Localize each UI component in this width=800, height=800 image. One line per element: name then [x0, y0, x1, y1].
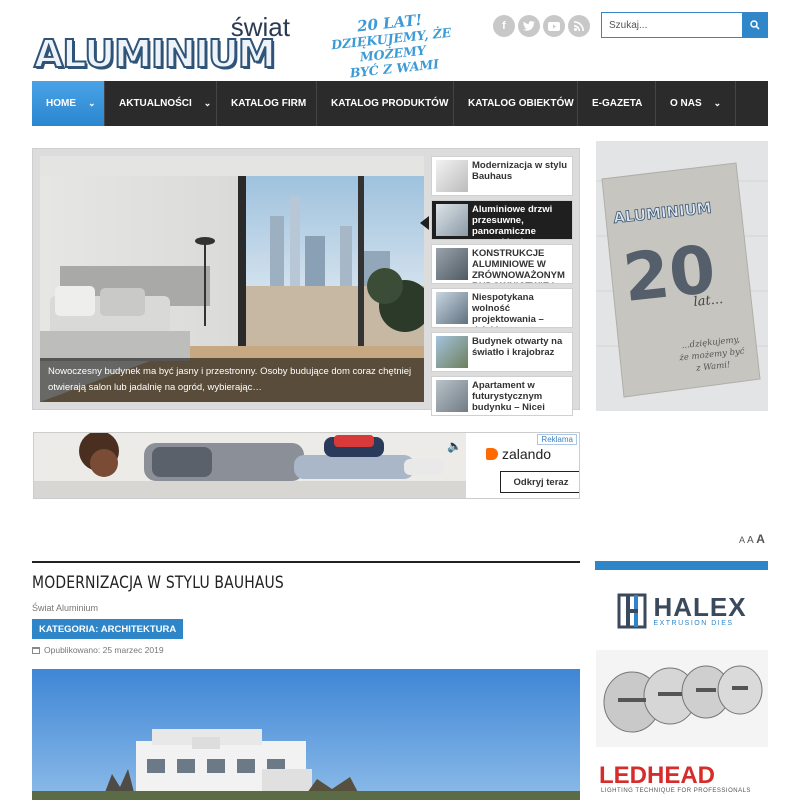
rss-icon[interactable]	[568, 15, 590, 37]
nav-label: E-GAZETA	[592, 98, 643, 109]
chevron-down-icon: ⌄	[713, 98, 722, 108]
nav-label: AKTUALNOŚCI	[119, 98, 192, 109]
twitter-icon[interactable]	[518, 15, 540, 37]
zalando-brand: zalando	[502, 446, 552, 462]
article-divider	[32, 561, 580, 563]
main-nav: HOME ⌄ AKTUALNOŚCI ⌄ KATALOG FIRM KATALOG …	[32, 81, 768, 126]
thumb-image	[436, 292, 468, 324]
font-medium-button[interactable]: A	[747, 535, 754, 546]
nav-item-aktualnosci[interactable]: AKTUALNOŚCI ⌄	[105, 81, 217, 126]
font-large-button[interactable]: A	[756, 532, 765, 546]
dies-image	[596, 650, 768, 747]
search-input[interactable]	[602, 13, 742, 37]
article-image[interactable]	[32, 669, 580, 800]
halex-name: HALEX	[653, 592, 747, 622]
slider-thumb-active[interactable]: Aluminiowe drzwi przesuwne, panoramiczne…	[431, 200, 573, 240]
youtube-icon[interactable]	[543, 15, 565, 37]
article-title[interactable]: MODERNIZACJA W STYLU BAUHAUS	[32, 573, 284, 593]
slide-caption: Nowoczesny budynek ma być jasny i przest…	[40, 358, 424, 402]
thumb-image	[436, 248, 468, 280]
ad-image	[34, 433, 466, 498]
search-box	[601, 12, 768, 38]
nav-label: KATALOG FIRM	[231, 98, 307, 109]
facebook-icon[interactable]: f	[493, 15, 515, 37]
article-published: Opublikowano: 25 marzec 2019	[32, 645, 164, 655]
speaker-icon[interactable]: 🔈	[447, 439, 462, 453]
calendar-icon	[32, 647, 40, 654]
nav-label: O NAS	[670, 98, 702, 109]
extrusion-dies-banner[interactable]	[596, 650, 768, 747]
anniversary-slogan: 20 LAT! DZIĘKUJEMY, ŻE MOŻEMY BYĆ Z WAMI	[309, 8, 474, 84]
search-button[interactable]	[742, 13, 767, 37]
nav-item-e-gazeta[interactable]: E-GAZETA	[578, 81, 656, 126]
font-size-controls: A A A	[739, 532, 765, 546]
thumb-title: Apartament w futurystycznym budynku – Ni…	[472, 380, 545, 413]
slider-thumb[interactable]: Modernizacja w stylu Bauhaus	[431, 156, 573, 196]
halex-logo-icon	[617, 593, 647, 628]
zalando-icon	[486, 448, 498, 460]
nav-item-katalog-produktow[interactable]: KATALOG PRODUKTÓW	[317, 81, 454, 126]
sidebar-accent-bar	[595, 561, 768, 570]
ledhead-subtitle: LIGHTING TECHNIQUE FOR PROFESSIONALS	[601, 788, 751, 794]
zalando-ad[interactable]: 🔈 Reklama zalando Odkryj teraz	[33, 432, 580, 499]
font-small-button[interactable]: A	[739, 535, 745, 545]
search-icon	[749, 20, 760, 30]
slide-image[interactable]: Nowoczesny budynek ma być jasny i przest…	[40, 156, 424, 402]
chevron-down-icon: ⌄	[203, 98, 212, 108]
thumb-title: Modernizacja w stylu Bauhaus	[472, 160, 568, 182]
thumb-title: Aluminiowe drzwi przesuwne, panoramiczne…	[472, 204, 553, 239]
published-date: Opublikowano: 25 marzec 2019	[44, 645, 164, 655]
zalando-logo: zalando	[486, 446, 551, 462]
nav-item-katalog-obiektow[interactable]: KATALOG OBIEKTÓW	[454, 81, 578, 126]
thumb-title: Budynek otwarty na światło i krajobraz	[472, 336, 563, 358]
magazine-thanks: ...dziękujemy, że możemy być z Wami!	[678, 335, 746, 374]
slider-thumb[interactable]: Apartament w futurystycznym budynku – Ni…	[431, 376, 573, 416]
magazine-lat: lat...	[693, 292, 724, 310]
ad-cta-button[interactable]: Odkryj teraz	[500, 471, 579, 493]
thumb-image	[436, 160, 468, 192]
thumb-image	[436, 336, 468, 368]
chevron-down-icon: ⌄	[88, 98, 96, 108]
nav-label: KATALOG PRODUKTÓW	[331, 98, 449, 109]
halex-banner[interactable]: HALEX EXTRUSION DIES	[596, 578, 768, 643]
article-author: Świat Aluminium	[32, 603, 99, 613]
nav-label: HOME	[46, 98, 76, 109]
thumb-image	[436, 204, 468, 236]
social-links: f	[493, 15, 590, 37]
featured-slider: Nowoczesny budynek ma być jasny i przest…	[32, 148, 580, 416]
nav-item-o-nas[interactable]: O NAS ⌄	[656, 81, 736, 126]
nav-item-home[interactable]: HOME ⌄	[32, 81, 105, 126]
slider-thumb[interactable]: Budynek otwarty na światło i krajobraz	[431, 332, 573, 372]
ledhead-banner[interactable]: LEDHEAD LIGHTING TECHNIQUE FOR PROFESSIO…	[596, 764, 768, 800]
active-thumb-pointer	[420, 216, 429, 230]
magazine-cover-banner[interactable]: ALUMINIUM 20 lat... ...dziękujemy, że mo…	[596, 141, 768, 411]
nav-label: KATALOG OBIEKTÓW	[468, 98, 574, 109]
logo-main-text: ALUMINIUM	[33, 31, 277, 77]
halex-subtitle: EXTRUSION DIES	[653, 620, 734, 627]
slider-thumb[interactable]: KONSTRUKCJE ALUMINIOWE W ZRÓWNOWAŻONYM B…	[431, 244, 573, 284]
nav-item-katalog-firm[interactable]: KATALOG FIRM	[217, 81, 317, 126]
slider-thumb[interactable]: Niespotykana wolność projektowania – dzi…	[431, 288, 573, 328]
thumb-title: Niespotykana wolność projektowania – dzi…	[472, 292, 544, 327]
thumb-image	[436, 380, 468, 412]
site-logo[interactable]: świat ALUMINIUM	[33, 12, 296, 77]
slider-thumbs: Modernizacja w stylu Bauhaus Aluminiowe …	[431, 156, 573, 420]
ad-badge[interactable]: Reklama	[537, 434, 577, 445]
thumb-title: KONSTRUKCJE ALUMINIOWE W ZRÓWNOWAŻONYM B…	[472, 248, 565, 283]
ledhead-name: LEDHEAD	[599, 762, 716, 789]
article-category[interactable]: KATEGORIA: ARCHITEKTURA	[32, 619, 184, 639]
